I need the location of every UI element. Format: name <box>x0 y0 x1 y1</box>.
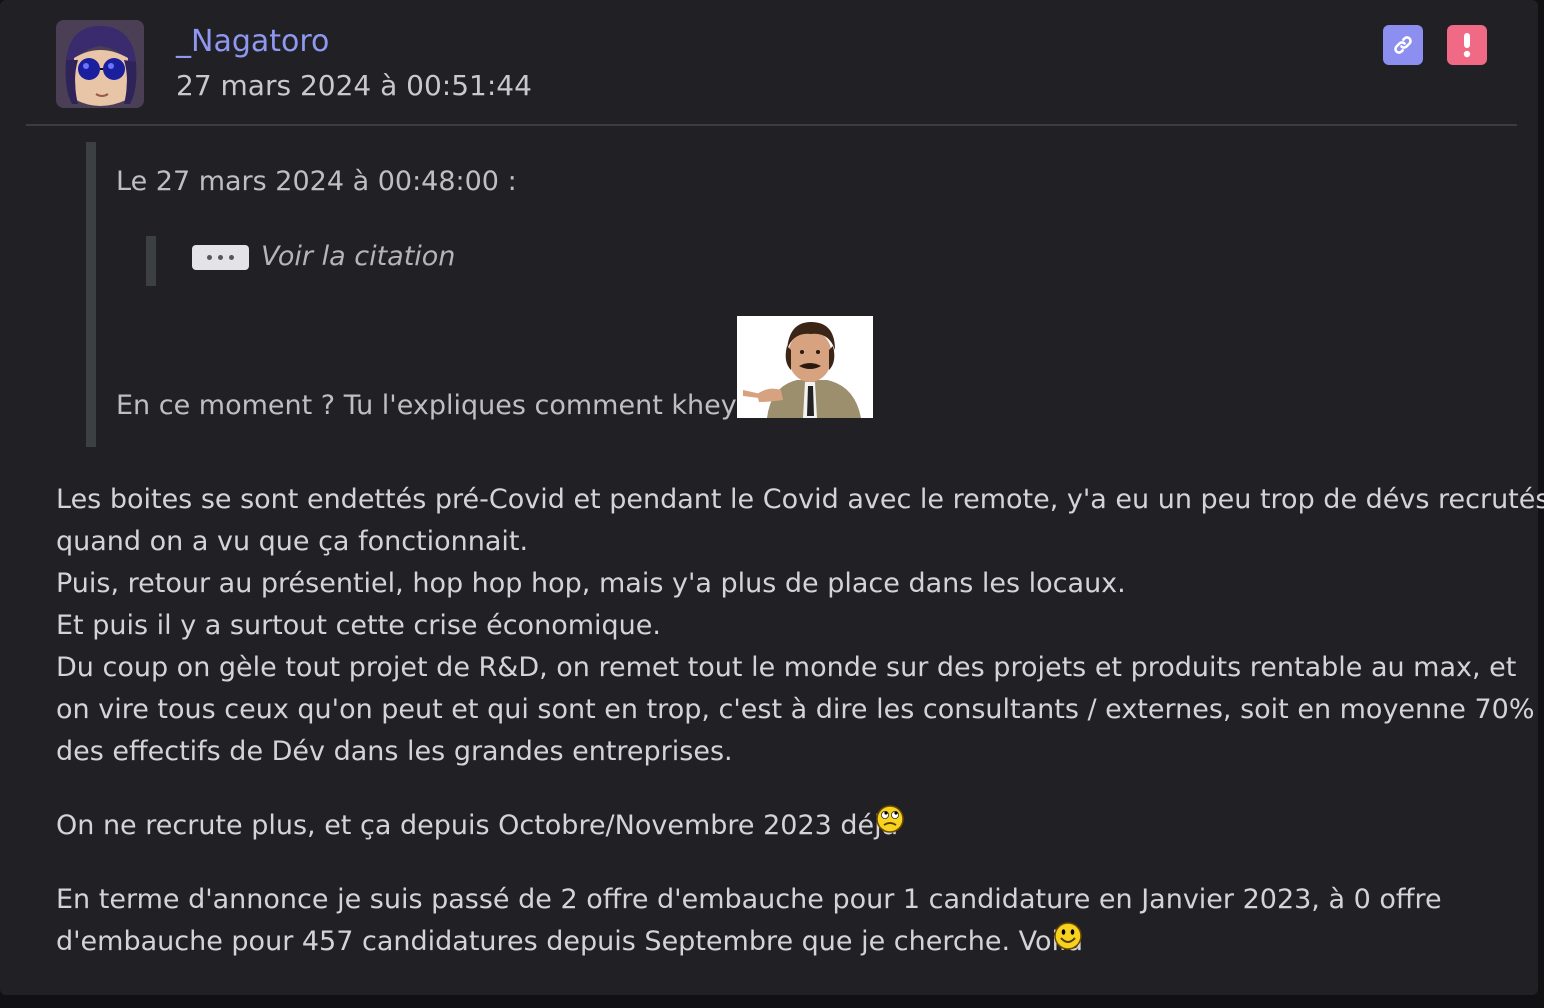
paragraph-line: On ne recrute plus, et ça depuis Octobre… <box>56 810 899 841</box>
paragraph-line: on vire tous ceux qu'on peut et qui sont… <box>56 694 1535 725</box>
report-button[interactable] <box>1447 25 1487 65</box>
view-quote-link[interactable]: Voir la citation <box>261 241 455 272</box>
quote-bar <box>86 142 96 447</box>
paragraph-line: En terme d'annonce je suis passé de 2 of… <box>56 884 1442 915</box>
paragraph-line: Et puis il y a surtout cette crise écono… <box>56 610 661 641</box>
quote-text: En ce moment ? Tu l'expliques comment kh… <box>116 390 760 421</box>
post-paragraph-2: On ne recrute plus, et ça depuis Octobre… <box>56 805 898 847</box>
author-username[interactable]: _Nagatoro <box>176 24 329 59</box>
permalink-button[interactable] <box>1383 25 1423 65</box>
happy-smiley-icon <box>1054 922 1082 950</box>
forum-post: _Nagatoro 27 mars 2024 à 00:51:44 Le 27 … <box>0 0 1544 995</box>
sticker-image <box>737 316 873 418</box>
paragraph-line: quand on a vu que ça fonctionnait. <box>56 526 529 557</box>
post-date: 27 mars 2024 à 00:51:44 <box>176 69 532 102</box>
post-paragraph-1: Les boites se sont endettés pré-Covid et… <box>56 479 1544 773</box>
quote-header: Le 27 mars 2024 à 00:48:00 : <box>116 166 517 197</box>
header-divider <box>26 124 1517 126</box>
paragraph-line: Les boites se sont endettés pré-Covid et… <box>56 484 1544 515</box>
expand-quote-button[interactable] <box>192 245 249 270</box>
nested-quote-bar <box>146 236 156 286</box>
paragraph-line: d'embauche pour 457 candidatures depuis … <box>56 926 1084 957</box>
avatar[interactable] <box>56 20 144 108</box>
paragraph-line: Puis, retour au présentiel, hop hop hop,… <box>56 568 1126 599</box>
link-icon <box>1394 36 1412 54</box>
rolling-eyes-smiley-icon <box>876 805 904 833</box>
paragraph-line: des effectifs de Dév dans les grandes en… <box>56 736 733 767</box>
ellipsis-icon <box>207 255 212 260</box>
post-paragraph-3: En terme d'annonce je suis passé de 2 of… <box>56 879 1442 963</box>
exclamation-icon <box>1463 33 1471 58</box>
paragraph-line: Du coup on gèle tout projet de R&D, on r… <box>56 652 1517 683</box>
